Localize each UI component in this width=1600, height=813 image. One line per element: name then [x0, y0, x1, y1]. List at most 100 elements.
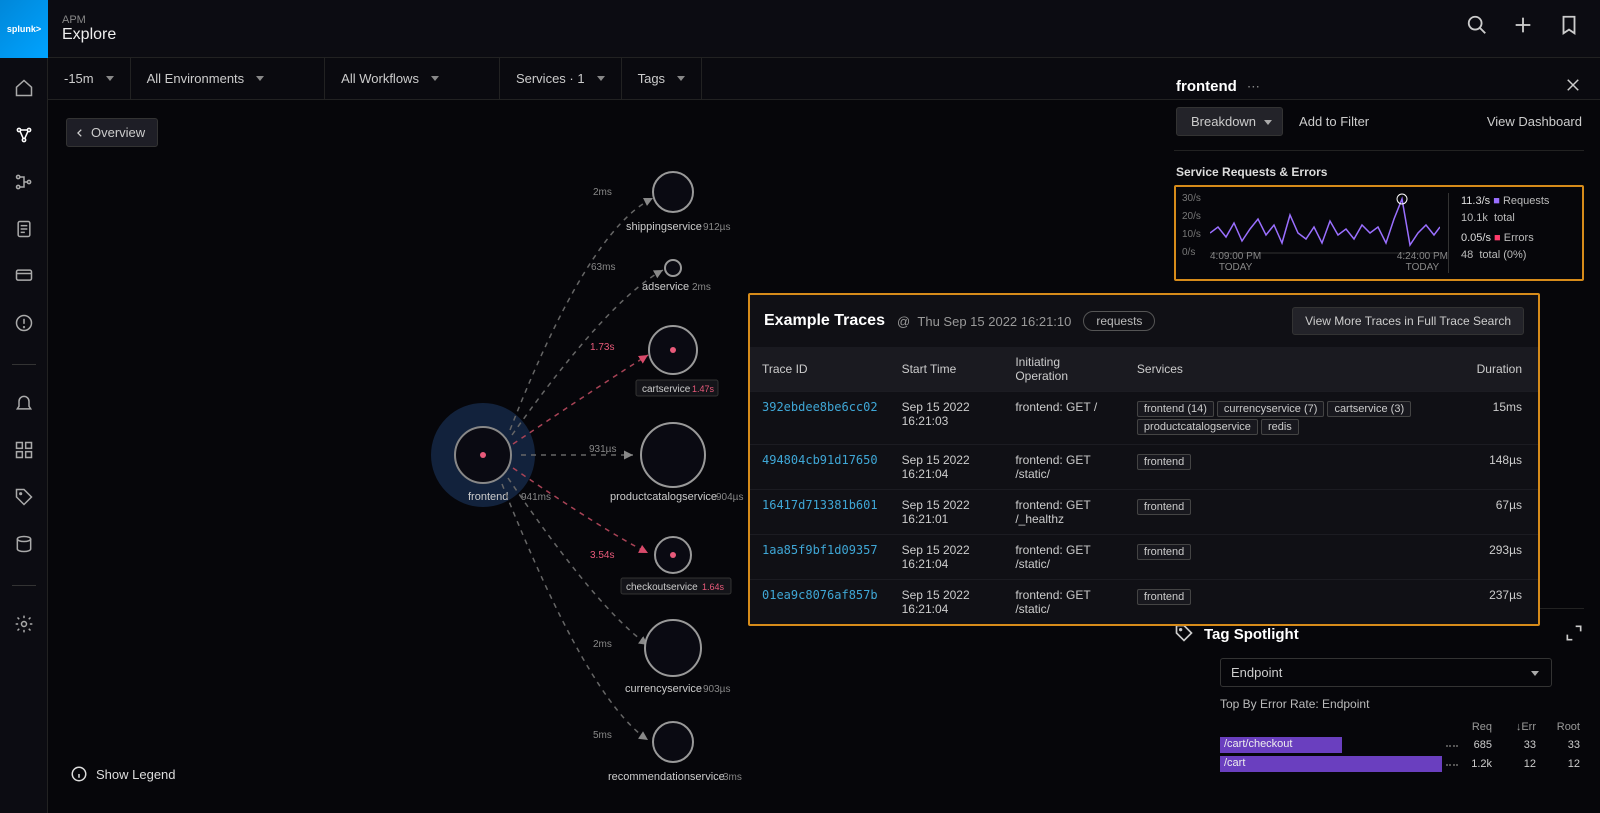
- svg-text:2ms: 2ms: [593, 639, 612, 650]
- svg-text:912µs: 912µs: [703, 222, 730, 233]
- nav-alert-icon[interactable]: [14, 313, 34, 336]
- svg-text:1.47s: 1.47s: [692, 384, 715, 394]
- add-to-filter-link[interactable]: Add to Filter: [1299, 114, 1369, 129]
- tag-spotlight-row[interactable]: /cart1.2k1212: [1220, 756, 1580, 772]
- view-more-traces-button[interactable]: View More Traces in Full Trace Search: [1292, 307, 1524, 335]
- traces-chip-requests[interactable]: requests: [1083, 311, 1155, 331]
- services-dropdown[interactable]: Services · 1: [500, 58, 622, 99]
- nav-data-icon[interactable]: [14, 534, 34, 557]
- nav-tree-icon[interactable]: [14, 172, 34, 195]
- col-services: Services: [1125, 347, 1465, 392]
- yaxis-tick: 10/s: [1182, 229, 1201, 240]
- table-row[interactable]: 392ebdee8be6cc02Sep 15 2022 16:21:03fron…: [750, 392, 1538, 445]
- trace-duration: 148µs: [1465, 445, 1538, 490]
- sparkline: [1210, 193, 1440, 257]
- nav-logs-icon[interactable]: [14, 219, 34, 242]
- root-val: 12: [1536, 758, 1580, 770]
- yaxis-tick: 0/s: [1182, 247, 1195, 258]
- header-kicker: APM: [62, 14, 116, 26]
- section-requests-errors: Service Requests & Errors: [1176, 165, 1584, 179]
- nav-settings-icon[interactable]: [14, 614, 34, 637]
- col-trace-id: Trace ID: [750, 347, 890, 392]
- right-panel-title: frontend: [1176, 78, 1237, 95]
- traces-timestamp: Thu Sep 15 2022 16:21:10: [917, 314, 1071, 329]
- tag-spotlight-subtitle: Top By Error Rate: Endpoint: [1220, 697, 1584, 711]
- nav-home-icon[interactable]: [14, 78, 34, 101]
- trace-id-link[interactable]: 16417d713381b601: [762, 498, 878, 512]
- trace-start: Sep 15 2022 16:21:04: [890, 535, 1004, 580]
- xaxis-day: TODAY: [1397, 262, 1448, 273]
- add-icon[interactable]: [1512, 14, 1534, 39]
- req-rate: 11.3/s: [1461, 195, 1490, 207]
- environments-dropdown[interactable]: All Environments: [131, 58, 326, 99]
- tags-dropdown[interactable]: Tags: [622, 58, 702, 99]
- requests-errors-chart[interactable]: 30/s 20/s 10/s 0/s 4:09:00 PMTODAY 4:24:…: [1174, 185, 1584, 281]
- table-row[interactable]: 01ea9c8076af857b Sep 15 2022 16:21:04 fron…: [750, 580, 1538, 625]
- service-tag: currencyservice (7): [1217, 401, 1325, 417]
- trace-duration: 237µs: [1465, 580, 1538, 625]
- xaxis-day: TODAY: [1210, 262, 1261, 273]
- show-legend-label: Show Legend: [96, 767, 176, 782]
- tag-spotlight-select[interactable]: Endpoint: [1220, 658, 1552, 687]
- service-tag: frontend: [1137, 499, 1191, 515]
- trace-services: frontend: [1125, 445, 1465, 490]
- nav-rum-icon[interactable]: [14, 266, 34, 289]
- err-label: Errors: [1504, 232, 1534, 244]
- workflow-label: All Workflows: [341, 71, 419, 86]
- col-start-time: Start Time: [890, 347, 1004, 392]
- view-dashboard-link[interactable]: View Dashboard: [1487, 114, 1582, 129]
- err-val: 12: [1492, 758, 1536, 770]
- splunk-logo[interactable]: splunk>: [0, 0, 48, 58]
- svg-text:3ms: 3ms: [723, 772, 742, 783]
- breakdown-dropdown[interactable]: Breakdown: [1176, 107, 1283, 136]
- more-menu-icon[interactable]: ⋯: [1247, 79, 1262, 95]
- service-tag: cartservice (3): [1327, 401, 1411, 417]
- expand-icon[interactable]: [1564, 623, 1584, 646]
- bookmark-icon[interactable]: [1558, 14, 1580, 39]
- nav-apm-icon[interactable]: [14, 125, 34, 148]
- trace-services: frontend: [1125, 580, 1465, 625]
- endpoint-label: /cart: [1224, 757, 1245, 769]
- tag-spotlight-icon: [1174, 623, 1194, 646]
- table-row[interactable]: 1aa85f9bf1d09357Sep 15 2022 16:21:04fron…: [750, 535, 1538, 580]
- trace-services: frontend (14)currencyservice (7)cartserv…: [1125, 392, 1465, 445]
- tag-spotlight-title: Tag Spotlight: [1204, 626, 1299, 643]
- workflows-dropdown[interactable]: All Workflows: [325, 58, 500, 99]
- nav-dashboards-icon[interactable]: [14, 440, 34, 463]
- service-tag: frontend (14): [1137, 401, 1214, 417]
- table-row[interactable]: 16417d713381b601Sep 15 2022 16:21:01fron…: [750, 490, 1538, 535]
- xaxis-from: 4:09:00 PM: [1210, 251, 1261, 262]
- table-row[interactable]: 494804cb91d17650Sep 15 2022 16:21:04fron…: [750, 445, 1538, 490]
- total-label: total: [1494, 212, 1515, 224]
- err-rate: 0.05/s: [1461, 232, 1491, 244]
- search-icon[interactable]: [1466, 14, 1488, 39]
- trace-id-link[interactable]: 01ea9c8076af857b: [762, 588, 878, 602]
- col-req: Req: [1448, 721, 1492, 733]
- svg-text:63ms: 63ms: [591, 262, 615, 273]
- tag-spotlight-row[interactable]: /cart/checkout6853333: [1220, 737, 1580, 753]
- trace-id-link[interactable]: 1aa85f9bf1d09357: [762, 543, 878, 557]
- nav-tag-icon[interactable]: [14, 487, 34, 510]
- env-label: All Environments: [147, 71, 245, 86]
- req-total: 10.1k: [1461, 212, 1488, 224]
- trace-start: Sep 15 2022 16:21:04: [890, 580, 1004, 625]
- traces-table: Trace ID Start Time Initiating Operation…: [750, 347, 1538, 624]
- time-range-label: -15m: [64, 71, 94, 86]
- err-val: 33: [1492, 739, 1536, 751]
- req-label: Requests: [1503, 195, 1549, 207]
- svg-text:currencyservice: currencyservice: [625, 683, 702, 695]
- col-err: ↓Err: [1492, 721, 1536, 733]
- trace-id-link[interactable]: 392ebdee8be6cc02: [762, 400, 878, 414]
- trace-id-link[interactable]: 494804cb91d17650: [762, 453, 878, 467]
- nav-bell-icon[interactable]: [14, 393, 34, 416]
- trace-duration: 67µs: [1465, 490, 1538, 535]
- show-legend-button[interactable]: Show Legend: [70, 765, 176, 783]
- close-panel-button[interactable]: [1564, 76, 1582, 97]
- time-range-picker[interactable]: -15m: [48, 58, 131, 99]
- xaxis-to: 4:24:00 PM: [1397, 251, 1448, 262]
- trace-services: frontend: [1125, 490, 1465, 535]
- svg-text:recommendationservice: recommendationservice: [608, 771, 725, 783]
- svg-text:checkoutservice: checkoutservice: [626, 582, 698, 593]
- trace-op: frontend: GET /static/: [1003, 445, 1125, 490]
- svg-text:931µs: 931µs: [589, 444, 616, 455]
